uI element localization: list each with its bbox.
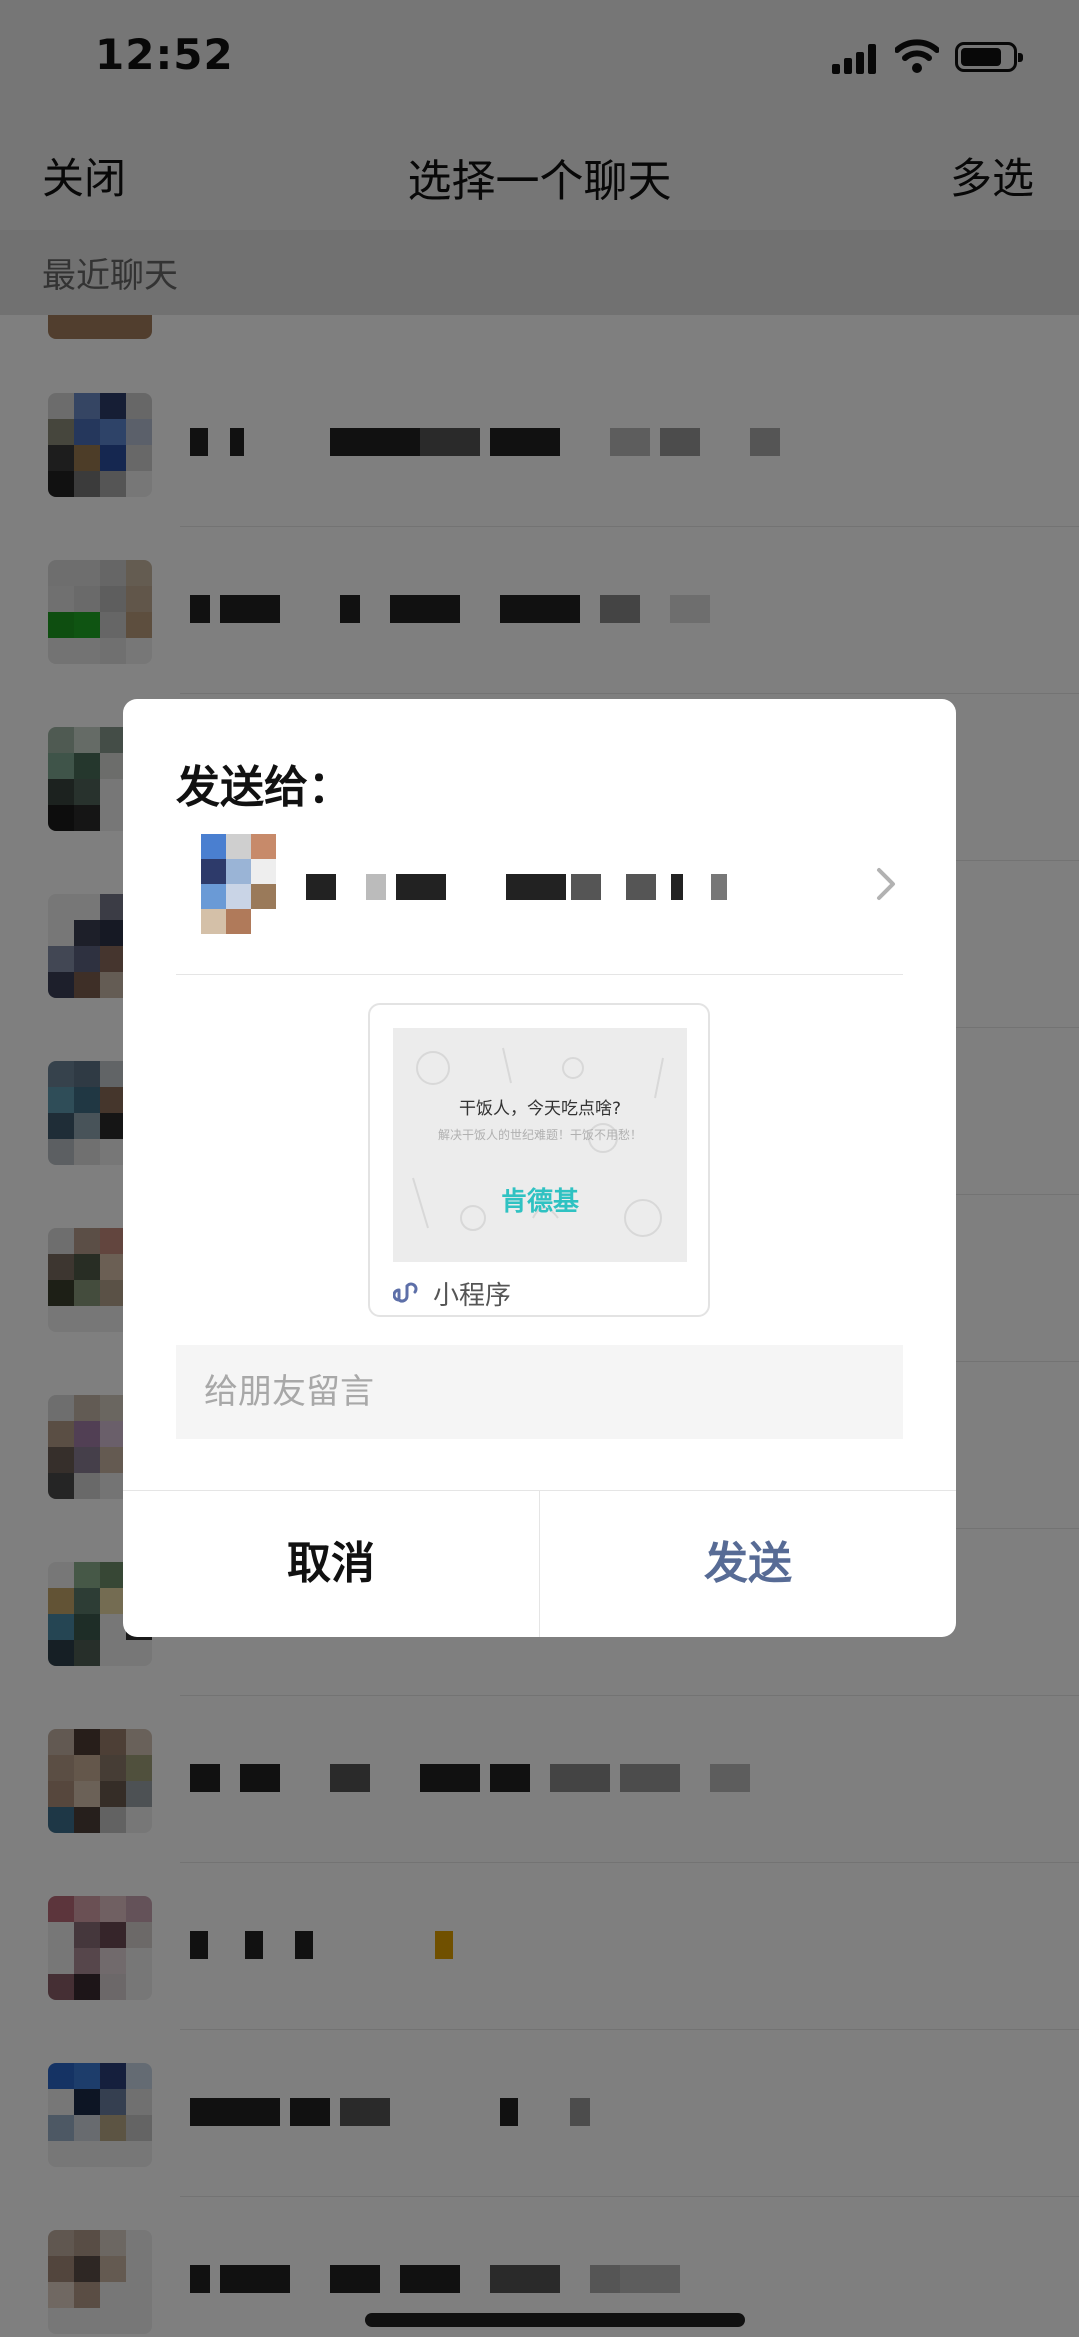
card-headline: 干饭人，今天吃点啥? [458, 1099, 622, 1119]
chevron-right-icon [877, 868, 895, 900]
dialog-actions: 取消 发送 [123, 1490, 956, 1637]
card-brand: 肯德基 [500, 1187, 579, 1217]
mini-program-cover: 干饭人，今天吃点啥? 解决干饭人的世纪难题！干饭不用愁！ 肯德基 [393, 1028, 687, 1262]
card-type-label: 小程序 [433, 1281, 512, 1311]
home-indicator[interactable] [365, 2313, 745, 2327]
mini-program-icon [393, 1282, 418, 1303]
message-input[interactable] [176, 1345, 903, 1439]
recipient-row[interactable] [176, 834, 903, 934]
dialog-title: 发送给： [176, 762, 352, 813]
doodle-pattern [412, 1047, 664, 1237]
send-button[interactable]: 发送 [540, 1491, 956, 1637]
share-dialog: 发送给： 干饭人，今天吃点啥? 解决干饭人的世纪难题！干饭不用愁！ 肯德基 小程… [123, 699, 956, 1637]
recipient-name-redacted [306, 868, 727, 908]
card-subline: 解决干饭人的世纪难题！干饭不用愁！ [437, 1128, 642, 1142]
mini-program-card[interactable]: 干饭人，今天吃点啥? 解决干饭人的世纪难题！干饭不用愁！ 肯德基 小程序 [368, 1003, 710, 1317]
cancel-button[interactable]: 取消 [123, 1491, 539, 1637]
recipient-avatar [176, 834, 276, 934]
divider [176, 974, 903, 975]
